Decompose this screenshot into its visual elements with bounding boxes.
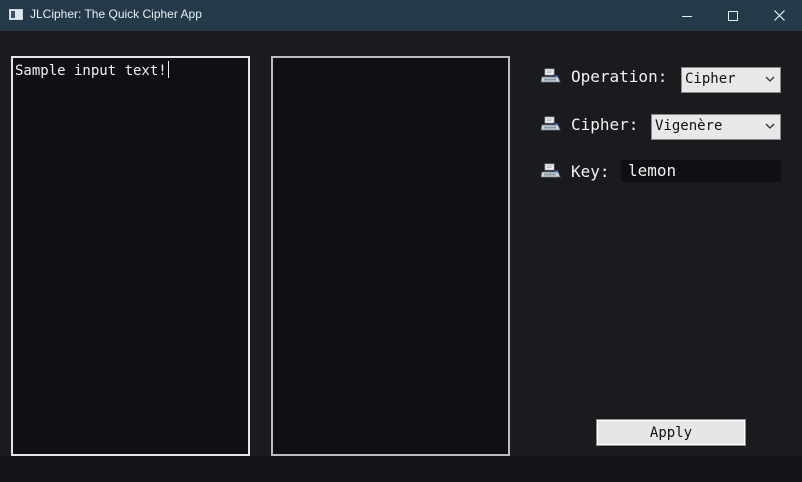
close-button[interactable]: [756, 0, 802, 31]
chevron-down-icon: [765, 76, 775, 82]
cipher-label: Cipher:: [571, 115, 639, 134]
window-title: JLCipher: The Quick Cipher App: [30, 7, 202, 21]
title-bar[interactable]: JLCipher: The Quick Cipher App: [0, 0, 802, 31]
operation-select[interactable]: Cipher: [681, 67, 781, 93]
cipher-select-value: Vigenère: [655, 118, 723, 134]
status-strip: [0, 456, 802, 482]
cipher-select[interactable]: Vigenère: [651, 114, 781, 140]
key-input[interactable]: lemon: [621, 160, 781, 182]
minimize-button[interactable]: [664, 0, 710, 31]
key-label: Key:: [571, 162, 610, 181]
text-caret: [167, 61, 169, 78]
app-window: JLCipher: The Quick Cipher App Sample in…: [0, 0, 802, 482]
app-window-icon: [9, 9, 23, 20]
chevron-down-icon: [765, 123, 775, 129]
close-icon: [773, 10, 785, 21]
maximize-icon: [728, 10, 738, 21]
apply-button[interactable]: Apply: [596, 419, 746, 446]
keyboard-printer-icon: [541, 68, 561, 83]
operation-label: Operation:: [571, 67, 668, 86]
key-input-value: lemon: [628, 161, 677, 180]
input-text: Sample input text!: [15, 61, 169, 79]
minimize-icon: [682, 15, 692, 17]
maximize-button[interactable]: [710, 0, 756, 31]
operation-select-value: Cipher: [685, 71, 736, 87]
output-textarea[interactable]: [271, 56, 510, 456]
keyboard-printer-icon: [541, 163, 561, 178]
keyboard-printer-icon: [541, 116, 561, 131]
input-textarea[interactable]: Sample input text!: [11, 56, 250, 456]
